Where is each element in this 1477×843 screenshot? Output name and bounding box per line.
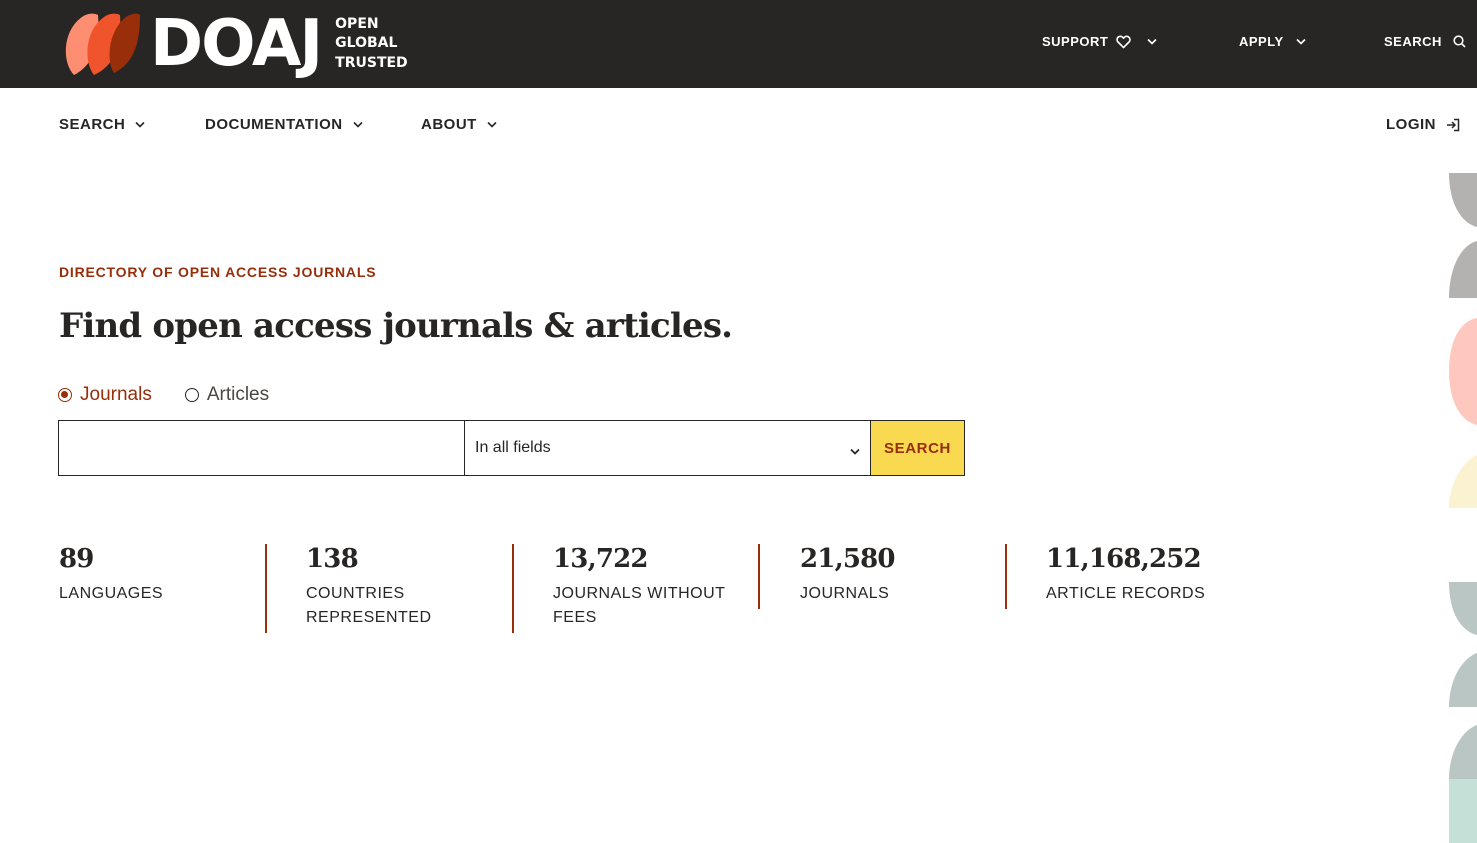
nav-search-label: SEARCH: [59, 116, 126, 133]
stat-label-line: JOURNALS: [800, 585, 890, 602]
stat-label: LANGUAGES: [59, 582, 163, 606]
top-header: DOAJ OPEN GLOBAL TRUSTED SUPPORT APPLY S…: [0, 0, 1477, 88]
topnav-apply[interactable]: APPLY: [1239, 34, 1306, 49]
chevron-down-icon: [487, 121, 497, 128]
tagline-trusted: TRUSTED: [335, 54, 408, 71]
nav-login-label: LOGIN: [1386, 116, 1436, 133]
search-field-selected: In all fields: [475, 439, 551, 456]
search-input[interactable]: [58, 420, 465, 476]
stat-label-line: JOURNALS WITHOUT: [553, 585, 726, 602]
doaj-logo-mark-icon: [65, 13, 140, 75]
stat-divider: [512, 544, 514, 633]
chevron-down-icon: [135, 121, 145, 128]
chevron-down-icon: [353, 121, 363, 128]
tagline-open: OPEN: [335, 15, 379, 32]
nav-login[interactable]: LOGIN: [1386, 116, 1460, 133]
stat-divider: [265, 544, 267, 633]
decorative-shapes-icon: [1449, 173, 1477, 843]
topnav-search-label: SEARCH: [1384, 34, 1442, 49]
logo-wordmark: DOAJ: [150, 7, 323, 81]
search-icon: [1453, 35, 1466, 48]
nav-about-label: ABOUT: [421, 116, 477, 133]
nav-about[interactable]: ABOUT: [421, 116, 497, 133]
doaj-logo-link[interactable]: DOAJ OPEN GLOBAL TRUSTED: [64, 10, 408, 78]
stat-journals-without-fees: 13,722 JOURNALS WITHOUT FEES: [553, 544, 725, 630]
stat-value: 11,168,252: [1046, 544, 1202, 574]
stat-divider: [758, 544, 760, 609]
stat-label-line: LANGUAGES: [59, 585, 164, 602]
stat-divider: [1005, 544, 1007, 609]
stat-label-line: FEES: [553, 609, 597, 626]
stat-value: 13,722: [553, 544, 649, 574]
radio-journals-label: Journals: [80, 384, 152, 405]
radio-articles[interactable]: Articles: [184, 384, 270, 406]
nav-documentation-label: DOCUMENTATION: [205, 116, 343, 133]
chevron-down-icon: [1147, 38, 1157, 45]
search-field-select[interactable]: In all fields: [464, 420, 871, 476]
nav-documentation[interactable]: DOCUMENTATION: [205, 116, 363, 133]
search-type-radios: Journals Articles: [58, 384, 269, 406]
radio-journals[interactable]: Journals: [58, 384, 152, 406]
radio-journals-indicator[interactable]: [58, 388, 72, 402]
logo-tagline: OPEN GLOBAL TRUSTED: [335, 15, 408, 74]
stat-languages: 89 LANGUAGES: [59, 544, 163, 606]
radio-articles-indicator[interactable]: [184, 388, 199, 402]
stat-label-line: REPRESENTED: [306, 609, 432, 626]
chevron-down-icon: [850, 442, 860, 460]
stat-journals: 21,580 JOURNALS: [800, 544, 896, 606]
stat-article-records: 11,168,252 ARTICLE RECORDS: [1046, 544, 1205, 606]
stat-label-line: COUNTRIES: [306, 585, 405, 602]
topnav-search[interactable]: SEARCH: [1384, 34, 1466, 49]
stat-value: 138: [306, 544, 359, 574]
page-title: Find open access journals & articles.: [59, 306, 733, 346]
search-button[interactable]: SEARCH: [870, 420, 965, 476]
stat-label: ARTICLE RECORDS: [1046, 582, 1205, 606]
tagline-global: GLOBAL: [335, 35, 398, 52]
stat-value: 89: [59, 544, 94, 574]
heart-icon: [1116, 35, 1132, 49]
topnav-apply-label: APPLY: [1239, 34, 1284, 49]
stat-countries: 138 COUNTRIES REPRESENTED: [306, 544, 432, 630]
nav-search[interactable]: SEARCH: [59, 116, 145, 133]
hero-eyebrow: DIRECTORY OF OPEN ACCESS JOURNALS: [59, 264, 377, 280]
login-icon: [1446, 118, 1460, 132]
stat-label: COUNTRIES REPRESENTED: [306, 582, 432, 630]
stat-label: JOURNALS: [800, 582, 895, 606]
stat-label-line: ARTICLE RECORDS: [1046, 585, 1206, 602]
topnav-support[interactable]: SUPPORT: [1042, 34, 1157, 49]
chevron-down-icon: [1296, 38, 1306, 45]
radio-articles-label: Articles: [206, 384, 270, 405]
stat-value: 21,580: [800, 544, 896, 574]
topnav-support-label: SUPPORT: [1042, 34, 1109, 49]
stat-label: JOURNALS WITHOUT FEES: [553, 582, 725, 630]
